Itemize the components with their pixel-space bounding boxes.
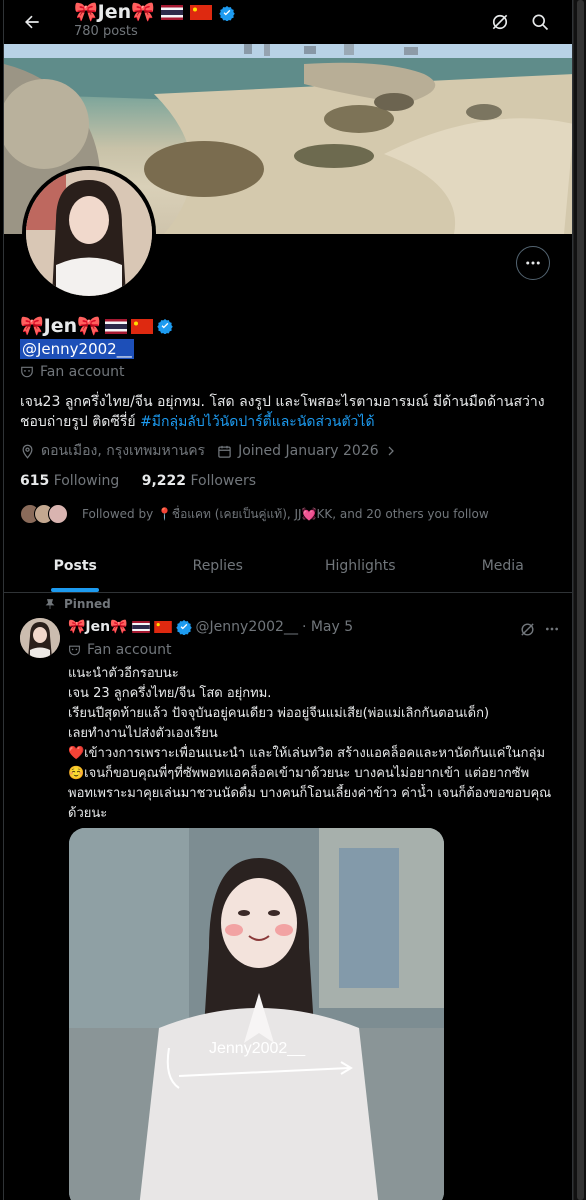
post-count: 780 posts xyxy=(74,24,138,39)
post-line: เรียนปีสุดท้ายแล้ว ปัจจุบันอยู่คนเดียว พ… xyxy=(68,706,490,721)
thai-flag-icon xyxy=(104,318,127,334)
mask-icon xyxy=(21,366,33,378)
profile-page: 🎀Jen🎀 780 posts 🎀Jen🎀 @Jenny2002__ Fan a… xyxy=(3,0,573,1200)
profile-tabs: Posts Replies Highlights Media xyxy=(4,540,573,593)
following-count: 615 xyxy=(20,473,50,489)
follower-avatar xyxy=(48,504,68,524)
active-tab-indicator xyxy=(51,588,100,592)
post-line: ด้วยนะ xyxy=(68,806,108,821)
tab-highlights[interactable]: Highlights xyxy=(289,540,432,592)
back-arrow-icon xyxy=(25,15,39,29)
follow-stats: 615 Following 9,222 Followers xyxy=(20,471,256,491)
post-grok-button[interactable] xyxy=(516,618,538,640)
tab-label: Highlights xyxy=(325,558,396,574)
scrollbar[interactable] xyxy=(573,0,586,1200)
tab-media[interactable]: Media xyxy=(432,540,573,592)
pinned-indicator: Pinned xyxy=(44,597,111,611)
post-line: ☺️เจนก็ขอบคุณพี่ๆที่ซัพพอทแอคล็อคเข้ามาด… xyxy=(68,766,530,781)
china-flag-icon xyxy=(153,621,172,633)
post-avatar[interactable] xyxy=(20,618,60,658)
photo-watermark: Jenny2002__ xyxy=(209,1040,306,1057)
post-author-handle[interactable]: @Jenny2002__ xyxy=(196,617,298,637)
bio-hashtag-link[interactable]: #มีกลุ่มลับไว้นัดปาร์ตี้และนัดส่วนตัวได้ xyxy=(140,414,374,430)
avatar-image xyxy=(26,170,152,296)
thai-flag-icon xyxy=(161,5,184,20)
profile-bio: เจน23 ลูกครึ่งไทย/จีน อยุ่กทม. โสด ลงรูป… xyxy=(20,392,560,432)
profile-name: 🎀Jen🎀 xyxy=(20,313,173,339)
post-date[interactable]: · May 5 xyxy=(302,617,353,637)
tab-posts[interactable]: Posts xyxy=(4,540,147,592)
followed-by-text: Followed by 📍ชื่อแคท (เคยเป็นคู่แท้), JJ… xyxy=(82,506,489,521)
post-author-category: Fan account xyxy=(68,640,171,660)
profile-avatar[interactable] xyxy=(22,166,156,300)
following-link[interactable]: 615 Following xyxy=(20,473,119,489)
more-dots-icon xyxy=(546,627,558,631)
followers-label: Followers xyxy=(190,473,257,489)
tab-replies[interactable]: Replies xyxy=(147,540,290,592)
tab-label: Media xyxy=(481,558,524,574)
search-icon xyxy=(532,14,549,31)
profile-name-text: 🎀Jen🎀 xyxy=(20,315,101,337)
post-text: แนะนำตัวอีกรอบนะ เจน 23 ลูกครึ่งไทย/จีน … xyxy=(68,664,568,824)
location-pin-icon xyxy=(22,444,33,459)
profile-category: Fan account xyxy=(20,362,124,382)
post-line: ❤️เข้าวงการเพราะเพื่อนแนะนำ และให้เล่นทว… xyxy=(68,746,546,761)
followed-by-row[interactable]: Followed by 📍ชื่อแคท (เคยเป็นคู่แท้), JJ… xyxy=(20,502,489,526)
search-button[interactable] xyxy=(524,6,556,38)
grok-button[interactable] xyxy=(484,6,516,38)
pin-icon xyxy=(45,599,55,609)
chevron-right-icon[interactable] xyxy=(385,445,397,457)
tab-label: Replies xyxy=(192,558,243,574)
grok-icon xyxy=(492,14,508,30)
profile-handle: @Jenny2002__ xyxy=(20,339,134,359)
thai-flag-icon xyxy=(131,621,150,633)
location-text: ดอนเมือง, กรุงเทพมหานคร xyxy=(41,443,206,459)
post-header: 🎀Jen🎀 @Jenny2002__ · May 5 xyxy=(68,617,353,637)
post-line: แนะนำตัวอีกรอบนะ xyxy=(68,666,179,681)
followers-count: 9,222 xyxy=(141,473,187,489)
mask-icon xyxy=(69,645,80,655)
back-button[interactable] xyxy=(16,6,48,38)
post-category-label: Fan account xyxy=(87,642,172,658)
top-bar: 🎀Jen🎀 780 posts xyxy=(4,0,572,44)
scrollbar-thumb[interactable] xyxy=(577,0,584,1200)
calendar-icon xyxy=(218,445,231,458)
tab-label: Posts xyxy=(53,558,97,574)
post-photo[interactable]: Jenny2002__ xyxy=(69,828,444,1200)
joined-date: Joined January 2026 xyxy=(238,443,379,459)
grok-icon xyxy=(520,622,534,636)
pinned-label: Pinned xyxy=(64,597,111,611)
more-dots-icon xyxy=(526,261,540,265)
header-name-text: 🎀Jen🎀 xyxy=(74,1,155,23)
verified-badge-icon xyxy=(175,620,192,635)
post-line: เลยทำงานไปส่งตัวเองเรียน xyxy=(68,726,218,741)
following-label: Following xyxy=(53,473,120,489)
verified-badge-icon[interactable] xyxy=(157,318,173,334)
more-options-button[interactable] xyxy=(516,246,550,280)
post-line: พอทเพราะมาคุยเล่นมาชวนนัดดื่ม บางคนก็โอน… xyxy=(68,786,552,801)
followers-link[interactable]: 9,222 Followers xyxy=(142,473,256,489)
post-author-name[interactable]: 🎀Jen🎀 xyxy=(68,617,128,637)
post-line: เจน 23 ลูกครึ่งไทย/จีน โสด อยุ่กทม. xyxy=(68,686,272,701)
china-flag-icon xyxy=(190,5,213,20)
profile-meta: ดอนเมือง, กรุงเทพมหานคร Joined January 2… xyxy=(20,441,397,461)
post-more-button[interactable] xyxy=(541,618,563,640)
header-name: 🎀Jen🎀 xyxy=(74,0,235,24)
verified-badge-icon xyxy=(218,5,235,21)
china-flag-icon xyxy=(130,318,153,334)
category-label: Fan account xyxy=(40,364,125,380)
